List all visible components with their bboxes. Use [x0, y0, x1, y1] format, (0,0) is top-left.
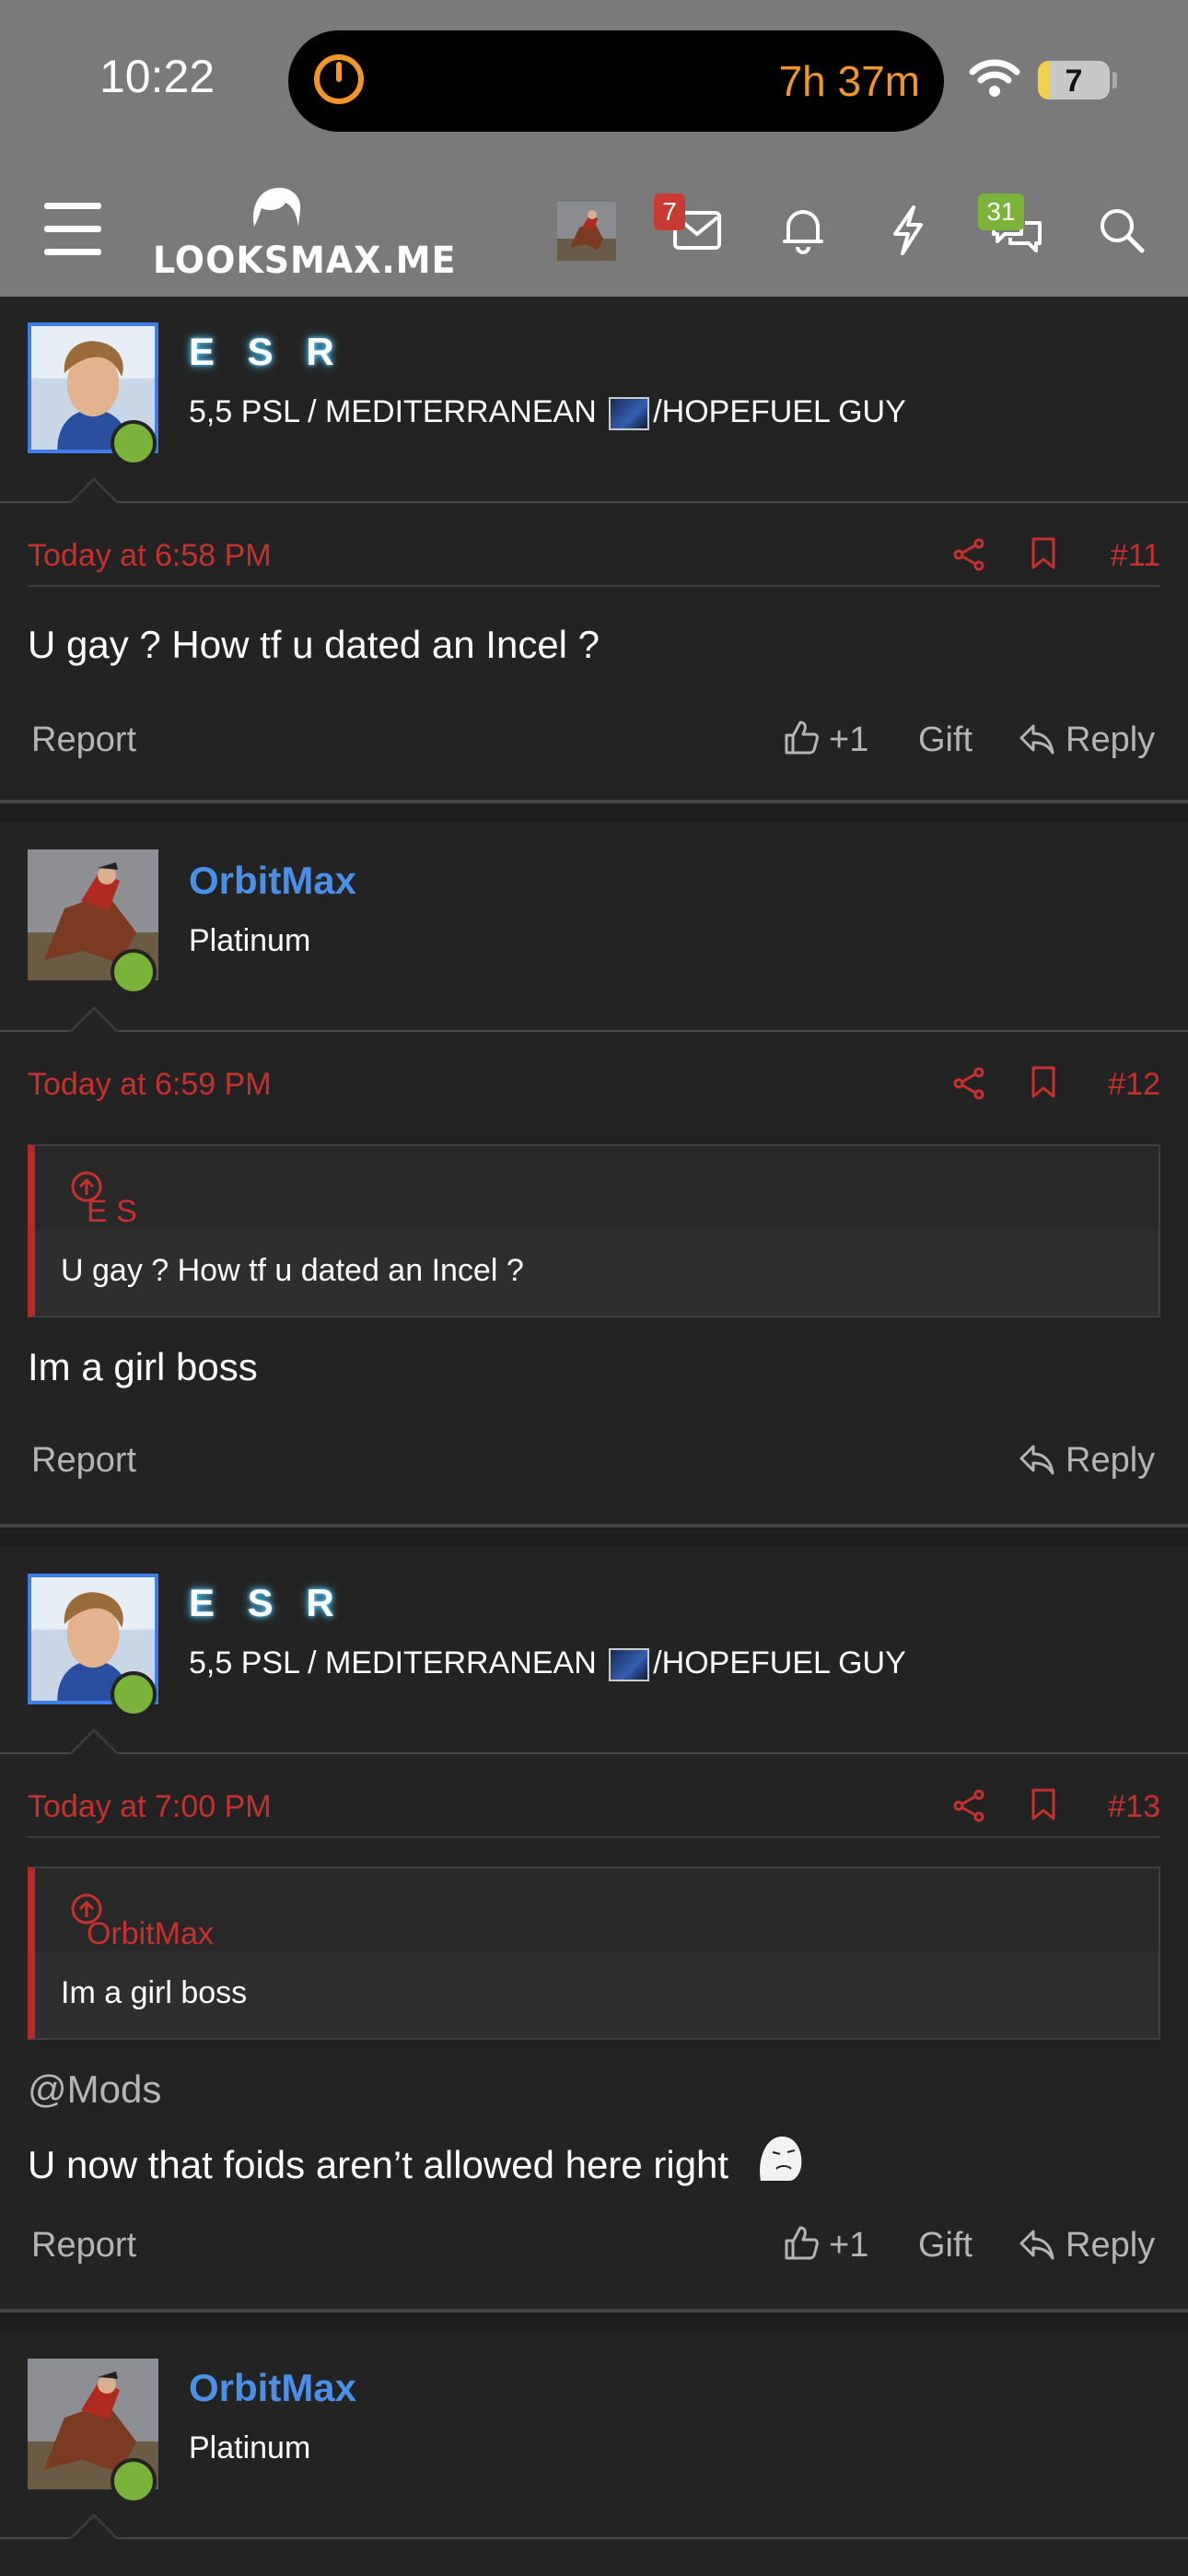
menu-icon[interactable]	[44, 203, 101, 256]
status-bar: 10:22 7h 37m 7	[0, 0, 1188, 166]
flag-icon	[609, 1648, 650, 1682]
battery-icon: 7	[1038, 61, 1110, 100]
report-button[interactable]: Report	[31, 1441, 136, 1481]
bell-icon[interactable]	[781, 206, 825, 254]
site-logo[interactable]: LOOKSMAX.ME	[153, 240, 456, 282]
reply-arrow-icon[interactable]	[1019, 1443, 1055, 1476]
top-navbar: LOOKSMAX.ME 7 31	[0, 166, 1188, 297]
author-title: Platinum	[189, 2430, 311, 2465]
quote-text: Im a girl boss	[61, 1975, 248, 2010]
bookmark-icon[interactable]	[1030, 1787, 1057, 1822]
logo-hair-icon	[253, 187, 301, 227]
gift-button[interactable]: Gift	[918, 2226, 973, 2266]
share-icon[interactable]	[953, 538, 986, 571]
like-count[interactable]: +1	[829, 2226, 868, 2266]
post-date[interactable]: Today at 6:58 PM	[28, 538, 272, 574]
quote-block: E S R said: U gay ? How tf u dated an In…	[28, 1144, 1160, 1317]
post-date[interactable]: Today at 6:59 PM	[28, 1067, 272, 1103]
lightning-icon[interactable]	[890, 205, 926, 256]
quote-block: OrbitMax said: Im a girl boss	[28, 1867, 1160, 2040]
reply-button[interactable]: Reply	[1066, 2226, 1155, 2266]
timer-text: 7h 37m	[778, 57, 920, 105]
author-name[interactable]: OrbitMax	[189, 2366, 356, 2410]
battery-cap	[1112, 72, 1117, 88]
mention-link[interactable]: @Mods	[28, 2067, 161, 2112]
quote-author[interactable]: OrbitMax said:	[61, 1892, 214, 1987]
post-date[interactable]: Today at 7:00 PM	[28, 1789, 272, 1825]
report-button[interactable]: Report	[31, 720, 136, 760]
quote-text: U gay ? How tf u dated an Incel ?	[61, 1253, 524, 1288]
chat-badge: 31	[978, 193, 1024, 230]
user-avatar[interactable]	[557, 202, 616, 261]
post-number[interactable]: #13	[1108, 1789, 1160, 1825]
messages-badge: 7	[654, 193, 685, 230]
like-count[interactable]: +1	[829, 720, 868, 760]
battery-level: 7	[1065, 64, 1083, 99]
bookmark-icon[interactable]	[1030, 1065, 1057, 1100]
share-icon[interactable]	[953, 1067, 986, 1100]
gift-button[interactable]: Gift	[918, 720, 973, 760]
author-title: 5,5 PSL / MEDITERRANEAN /HOPEFUEL GUY	[189, 394, 906, 431]
report-button[interactable]: Report	[31, 2226, 136, 2266]
online-indicator	[111, 420, 157, 466]
online-indicator	[111, 1671, 157, 1717]
online-indicator	[111, 949, 157, 995]
status-time: 10:22	[99, 51, 215, 102]
dynamic-island[interactable]: 7h 37m	[288, 30, 944, 132]
timer-ring-icon	[314, 54, 364, 104]
share-icon[interactable]	[953, 1789, 986, 1822]
thumbs-up-icon[interactable]	[783, 2224, 820, 2261]
author-title: Platinum	[189, 923, 311, 958]
author-title: 5,5 PSL / MEDITERRANEAN /HOPEFUEL GUY	[189, 1645, 906, 1682]
quote-author[interactable]: E S R said:	[61, 1170, 153, 1301]
search-icon[interactable]	[1098, 206, 1146, 254]
wifi-icon	[969, 59, 1020, 97]
author-name[interactable]: E S R	[189, 1581, 345, 1625]
online-indicator	[111, 2458, 157, 2504]
post-body: Im a girl boss	[28, 1345, 258, 1388]
post-body: U now that foids aren’t allowed here rig…	[28, 2130, 808, 2187]
author-name[interactable]: OrbitMax	[189, 859, 356, 903]
reply-arrow-icon[interactable]	[1019, 722, 1055, 755]
reply-button[interactable]: Reply	[1066, 1441, 1155, 1481]
author-name[interactable]: E S R	[189, 330, 345, 374]
reply-arrow-icon[interactable]	[1019, 2228, 1055, 2261]
flag-icon	[609, 397, 650, 431]
wojak-emoji-icon	[757, 2134, 804, 2183]
post-number[interactable]: #12	[1108, 1067, 1160, 1103]
post-body: U gay ? How tf u dated an Incel ?	[28, 623, 600, 666]
post-number[interactable]: #11	[1111, 538, 1160, 574]
bookmark-icon[interactable]	[1030, 536, 1057, 571]
thumbs-up-icon[interactable]	[783, 719, 820, 755]
reply-button[interactable]: Reply	[1066, 720, 1155, 760]
